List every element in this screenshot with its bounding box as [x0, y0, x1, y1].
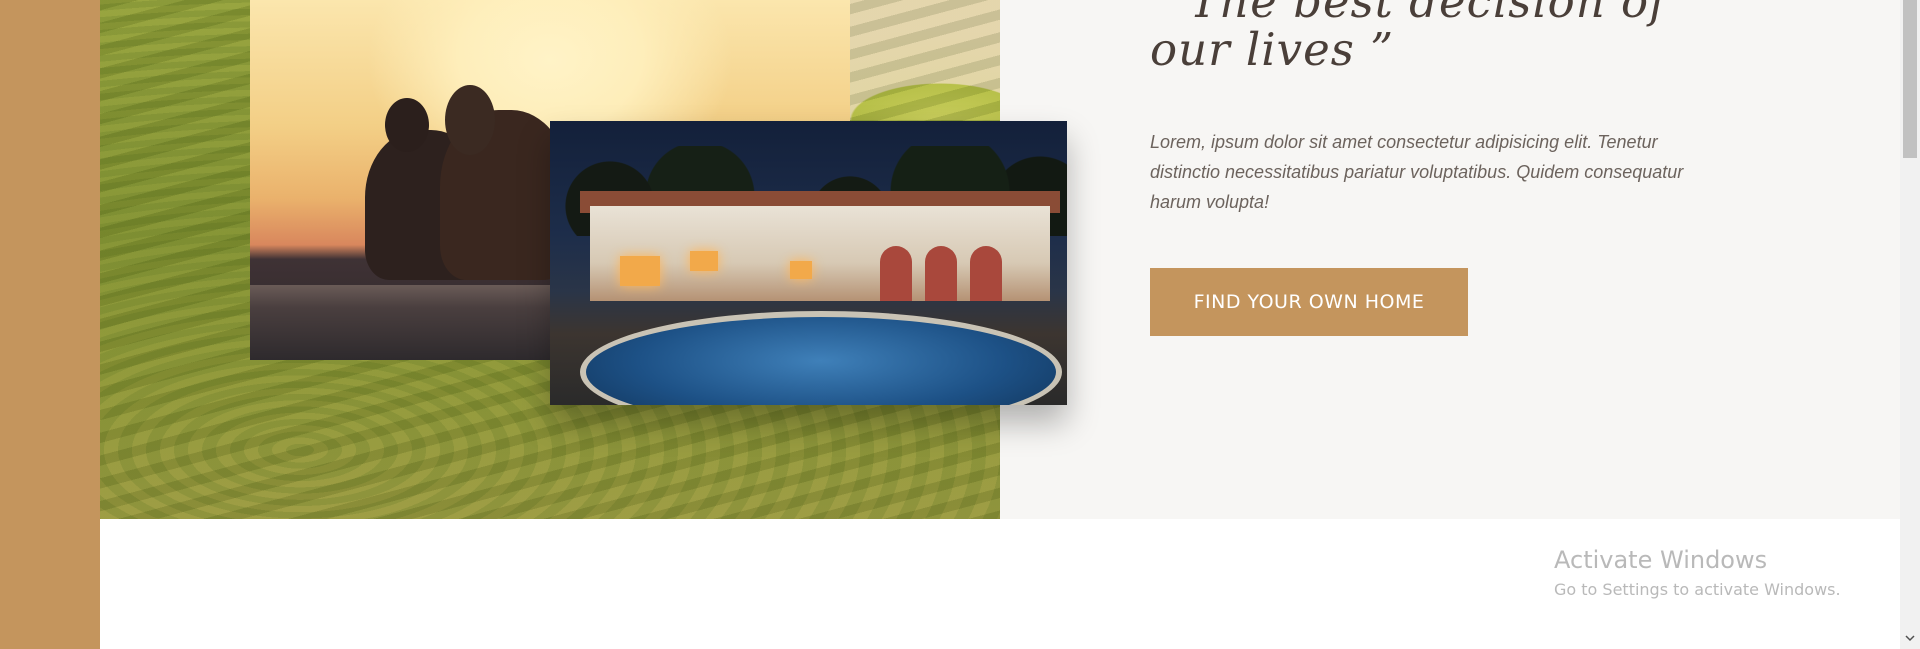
villa-arch [925, 246, 957, 301]
activate-windows-title: Activate Windows [1554, 546, 1768, 574]
villa-pool-photo [550, 121, 1067, 405]
scrollbar-thumb[interactable] [1903, 0, 1917, 158]
scroll-down-icon[interactable] [1900, 629, 1920, 649]
villa-window [620, 256, 660, 286]
villa-arch [880, 246, 912, 301]
villa-pool [580, 311, 1062, 405]
testimonial-quote: “ The best decision of our lives ” [1150, 0, 1667, 76]
vertical-scrollbar[interactable] [1900, 0, 1920, 649]
villa-window [790, 261, 812, 279]
find-home-button[interactable]: FIND YOUR OWN HOME [1150, 268, 1468, 336]
villa-window [690, 251, 718, 271]
testimonial-body: Lorem, ipsum dolor sit amet consectetur … [1150, 132, 1684, 212]
left-accent-strip [0, 0, 100, 649]
couple-man-head [385, 98, 429, 152]
activate-windows-subtitle: Go to Settings to activate Windows. [1554, 580, 1841, 599]
testimonial-panel [1000, 0, 1900, 519]
chevron-down-icon [1905, 635, 1915, 642]
villa-arch [970, 246, 1002, 301]
couple-woman-head [445, 85, 495, 155]
